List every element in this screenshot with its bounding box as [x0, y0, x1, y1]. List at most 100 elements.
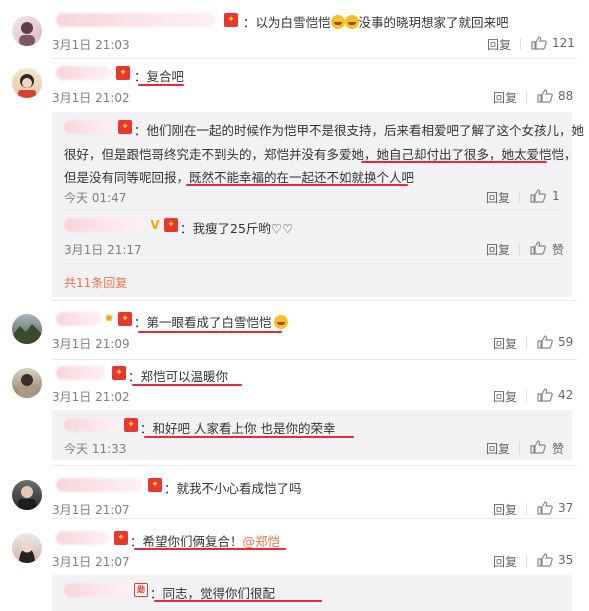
highlight-underline [138, 331, 282, 333]
reply-button[interactable]: 回复 [493, 501, 517, 518]
vip-badge-icon: ✦ [118, 120, 132, 134]
reply-button[interactable]: 回复 [487, 36, 511, 53]
comment-item: ✦ ：以为白雪恺恺 没事的晓玥想家了就回来吧 3月1日 21:03 回复 121 [0, 0, 589, 60]
comment-item: ✦ ：希望你们俩复合！@郑恺 3月1日 21:07 回复 35 勋 ：同志，觉得… [0, 519, 589, 611]
like-count: 42 [558, 388, 574, 402]
reply-text-line: ：他们刚在一起的时候作为恺甲不是很支持，后来看相爱吧了解了这个女孩儿，她 [134, 123, 585, 138]
comment-text: ：以为白雪恺恺 没事的晓玥想家了就回来吧 [243, 15, 509, 30]
comment-text: ：第一眼看成了白雪恺恺 [134, 312, 288, 331]
reply-button[interactable]: 回复 [486, 440, 510, 457]
like-label[interactable]: 赞 [552, 440, 564, 457]
reply-button[interactable]: 回复 [486, 241, 510, 258]
highlight-underline [134, 548, 286, 550]
reply-button[interactable]: 回复 [493, 335, 517, 352]
vip-badge-icon: ✦ [116, 66, 130, 80]
smile-emoji-icon [273, 315, 288, 329]
view-more-replies-link[interactable]: 共11条回复 [64, 274, 127, 291]
like-count: 35 [558, 553, 574, 567]
v-badge-icon: V [150, 218, 160, 232]
avatar[interactable] [12, 480, 42, 510]
divider [64, 263, 560, 264]
thumbs-up-icon[interactable] [531, 36, 547, 50]
comment-time: 3月1日 21:09 [52, 337, 130, 351]
thumbs-up-icon[interactable] [537, 335, 553, 349]
separator [526, 503, 527, 515]
reply-text: ：我瘦了25斤哟♡♡ [180, 221, 294, 236]
avatar[interactable] [12, 16, 42, 46]
separator [520, 38, 521, 50]
vip-badge-icon: ✦ [112, 366, 126, 380]
avatar-image [19, 22, 35, 46]
comment-item: ✦ ：郑恺可以温暖你 3月1日 21:02 回复 42 ✦ ：和好吧 人家看上你… [0, 360, 589, 465]
like-count: 1 [552, 189, 560, 203]
separator [519, 442, 520, 454]
like-count: 88 [558, 89, 574, 103]
thumbs-up-icon[interactable] [530, 189, 546, 203]
username[interactable] [56, 312, 102, 326]
reply-thread: 勋 ：同志，觉得你们很配 [52, 575, 572, 611]
highlight-underline [132, 384, 242, 386]
separator [526, 555, 527, 567]
comment-time: 3月1日 21:07 [52, 555, 130, 569]
reply-button[interactable]: 回复 [493, 89, 517, 106]
sun-badge-icon: ✸ [104, 312, 114, 325]
avatar[interactable] [12, 533, 42, 563]
comment-text: ：复合吧 [134, 69, 185, 84]
vip-badge-icon: ✦ [118, 312, 132, 326]
avatar[interactable] [12, 314, 42, 344]
reply-text: ：和好吧 人家看上你 也是你的荣幸 [140, 421, 336, 436]
comment-text: ：就我不小心看成恺了吗 [164, 481, 302, 496]
separator [526, 337, 527, 349]
reply-button[interactable]: 回复 [486, 189, 510, 206]
avatar-image [18, 374, 36, 398]
avatar-image [12, 324, 42, 344]
username[interactable] [56, 66, 112, 80]
comment-time: 3月1日 21:03 [52, 38, 130, 52]
comment-item: ✦ ：复合吧 3月1日 21:02 回复 88 ✦ ：他们刚在一起的时候作为恺甲… [0, 60, 589, 300]
like-count: 37 [558, 501, 574, 515]
laugh-emoji-icon [344, 15, 359, 29]
avatar-image [18, 74, 36, 98]
reply-time: 今天 11:33 [64, 442, 127, 456]
vip-badge-icon: ✦ [224, 13, 238, 27]
thumbs-up-icon[interactable] [537, 553, 553, 567]
comment-time: 3月1日 21:07 [52, 503, 130, 517]
reply-thread: ✦ ：他们刚在一起的时候作为恺甲不是很支持，后来看相爱吧了解了这个女孩儿，她 很… [52, 112, 584, 297]
separator [526, 390, 527, 402]
username[interactable] [56, 478, 142, 492]
comment-time: 3月1日 21:02 [52, 390, 130, 404]
laugh-emoji-icon [330, 15, 345, 29]
username[interactable] [56, 13, 216, 27]
comment-item: ✦ ：就我不小心看成恺了吗 3月1日 21:07 回复 37 [0, 466, 589, 518]
avatar[interactable] [12, 68, 42, 98]
thumbs-up-icon[interactable] [537, 388, 553, 402]
like-label[interactable]: 赞 [552, 241, 564, 258]
thumbs-up-icon[interactable] [537, 89, 553, 103]
thumbs-up-icon[interactable] [530, 440, 546, 454]
vip-badge-icon: ✦ [148, 478, 162, 492]
reply-button[interactable]: 回复 [493, 553, 517, 570]
mention-link[interactable]: @郑恺 [243, 534, 281, 549]
username[interactable] [64, 120, 114, 134]
highlight-underline [138, 84, 184, 86]
username[interactable] [64, 218, 144, 232]
avatar[interactable] [12, 368, 42, 398]
separator [519, 191, 520, 203]
reply-button[interactable]: 回复 [493, 388, 517, 405]
username[interactable] [64, 583, 130, 597]
thumbs-up-icon[interactable] [530, 241, 546, 255]
like-count: 59 [558, 335, 574, 349]
like-count: 121 [552, 36, 575, 50]
comment-time: 3月1日 21:02 [52, 91, 130, 105]
divider [52, 58, 577, 59]
avatar-image [18, 486, 36, 510]
username[interactable] [64, 418, 120, 432]
comment-text: ：郑恺可以温暖你 [128, 369, 229, 384]
username[interactable] [56, 531, 110, 545]
thumbs-up-icon[interactable] [537, 501, 553, 515]
highlight-underline [154, 600, 322, 602]
username[interactable] [56, 366, 106, 380]
highlight-underline [144, 436, 354, 438]
separator [519, 243, 520, 255]
highlight-underline [361, 161, 547, 163]
